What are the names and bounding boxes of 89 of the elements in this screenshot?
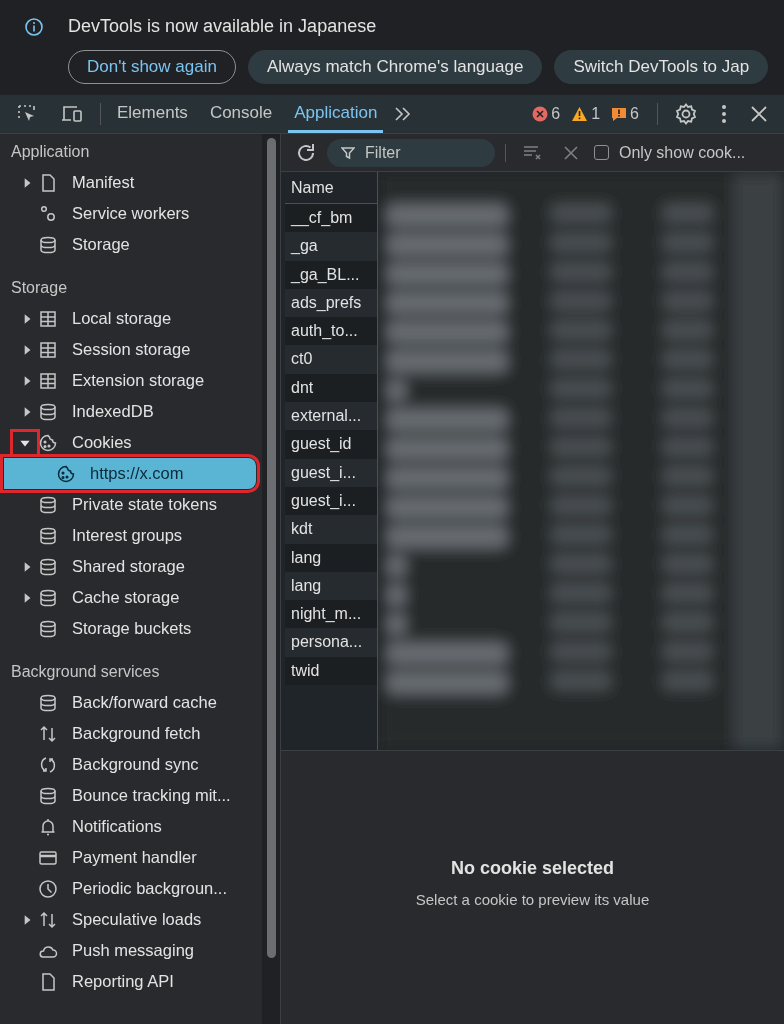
device-icon[interactable] bbox=[60, 103, 84, 125]
clock-icon bbox=[38, 878, 58, 899]
sidebar-item[interactable]: Reporting API bbox=[38, 966, 262, 997]
sidebar-item[interactable]: IndexedDB bbox=[38, 396, 262, 427]
table-cell[interactable]: persona... bbox=[285, 628, 377, 657]
info-icon bbox=[24, 16, 44, 37]
sidebar-item[interactable]: Notifications bbox=[38, 811, 262, 842]
table-icon bbox=[38, 370, 58, 391]
database-icon bbox=[38, 692, 58, 713]
table-icon bbox=[38, 308, 58, 329]
table-cell[interactable]: lang bbox=[285, 571, 377, 601]
table-cell[interactable]: guest_id bbox=[285, 430, 377, 459]
database-icon bbox=[38, 785, 58, 806]
more-menu-icon[interactable] bbox=[720, 104, 728, 124]
panel-tab[interactable]: Elements bbox=[111, 95, 194, 133]
cookie-icon bbox=[38, 432, 58, 453]
up-down-arrows-icon bbox=[38, 909, 58, 930]
sidebar-item[interactable]: Back/forward cache bbox=[38, 687, 262, 718]
gears-icon bbox=[38, 203, 58, 224]
table-cell[interactable]: guest_i... bbox=[285, 458, 377, 487]
issue-icon bbox=[611, 106, 628, 122]
database-icon bbox=[38, 401, 58, 422]
warning-icon bbox=[571, 106, 589, 122]
error-icon bbox=[532, 106, 549, 122]
sidebar-item[interactable]: Shared storage bbox=[38, 551, 262, 582]
sidebar-item[interactable]: Speculative loads bbox=[38, 904, 262, 935]
banner-message: DevTools is now available in Japanese bbox=[68, 16, 377, 37]
table-cell[interactable]: ads_prefs bbox=[285, 288, 377, 318]
warning-count: 1 bbox=[591, 105, 601, 123]
sidebar-item[interactable]: Interest groups bbox=[38, 520, 262, 551]
filter-field[interactable]: Filter bbox=[327, 138, 495, 167]
banner-button[interactable]: Always match Chrome's language bbox=[247, 50, 543, 84]
issue-count: 6 bbox=[630, 105, 639, 123]
section-heading: Background services bbox=[10, 662, 161, 682]
scrollbar-thumb[interactable] bbox=[266, 138, 276, 958]
table-icon bbox=[38, 339, 58, 360]
checkbox[interactable] bbox=[594, 145, 609, 160]
sidebar-item[interactable]: Storage buckets bbox=[38, 613, 262, 644]
sidebar-item[interactable]: Cookies bbox=[38, 427, 262, 458]
sidebar-item[interactable]: Periodic backgroun... bbox=[38, 873, 262, 904]
banner-button[interactable]: Switch DevTools to Jap bbox=[554, 50, 769, 84]
panel-tab[interactable]: Application bbox=[288, 95, 384, 133]
sidebar-item[interactable]: Background fetch bbox=[38, 718, 262, 749]
settings-icon[interactable] bbox=[674, 102, 698, 126]
error-count: 6 bbox=[551, 105, 561, 123]
close-icon[interactable] bbox=[750, 105, 768, 123]
delete-icon[interactable] bbox=[564, 145, 578, 160]
database-icon bbox=[38, 234, 58, 255]
sidebar-item[interactable]: Extension storage bbox=[38, 365, 262, 396]
database-icon bbox=[38, 556, 58, 577]
expanded-arrow-icon[interactable] bbox=[13, 431, 37, 454]
database-icon bbox=[38, 618, 58, 639]
database-icon bbox=[38, 587, 58, 608]
cookie-icon bbox=[56, 463, 76, 484]
table-cell[interactable]: __cf_bm bbox=[285, 204, 377, 233]
sidebar-item[interactable]: Payment handler bbox=[38, 842, 262, 873]
table-cell[interactable]: ct0 bbox=[285, 345, 377, 374]
sidebar-item[interactable]: Cache storage bbox=[38, 582, 262, 613]
section-heading: Storage bbox=[10, 278, 69, 298]
sidebar-item[interactable]: Bounce tracking mit... bbox=[38, 780, 262, 811]
table-cell[interactable]: dnt bbox=[285, 373, 377, 403]
table-cell[interactable]: _ga_BL... bbox=[285, 260, 377, 289]
filter-icon bbox=[341, 145, 355, 160]
table-cell[interactable]: external... bbox=[285, 402, 377, 431]
sidebar-item[interactable]: Background sync bbox=[38, 749, 262, 780]
table-cell[interactable]: night_m... bbox=[285, 600, 377, 629]
sidebar-item[interactable]: Local storage bbox=[38, 303, 262, 334]
section-heading: Application bbox=[10, 142, 91, 162]
table-cell[interactable]: guest_i... bbox=[285, 486, 377, 516]
sidebar-item[interactable]: Manifest bbox=[38, 167, 262, 198]
sidebar-item[interactable]: Session storage bbox=[38, 334, 262, 365]
panel-tab[interactable]: Console bbox=[203, 95, 279, 133]
empty-hint: Select a cookie to preview its value bbox=[415, 890, 650, 908]
up-down-arrows-icon bbox=[38, 723, 58, 744]
checkbox-label: Only show cook... bbox=[619, 143, 746, 162]
sidebar-item[interactable]: Private state tokens bbox=[38, 489, 262, 520]
sidebar-item[interactable]: Storage bbox=[38, 229, 262, 260]
table-cell[interactable]: twid bbox=[285, 656, 377, 686]
table-cell[interactable]: auth_to... bbox=[285, 317, 377, 346]
table-cell[interactable]: _ga bbox=[285, 232, 377, 261]
database-icon bbox=[38, 525, 58, 546]
table-cell[interactable]: kdt bbox=[285, 515, 377, 544]
sidebar-item[interactable]: Push messaging bbox=[38, 935, 262, 966]
database-icon bbox=[38, 494, 58, 515]
refresh-icon[interactable] bbox=[295, 141, 317, 164]
table-cell[interactable]: lang bbox=[285, 543, 377, 572]
empty-title: No cookie selected bbox=[450, 857, 615, 879]
sidebar-item[interactable]: Service workers bbox=[38, 198, 262, 229]
sync-icon bbox=[38, 754, 58, 775]
